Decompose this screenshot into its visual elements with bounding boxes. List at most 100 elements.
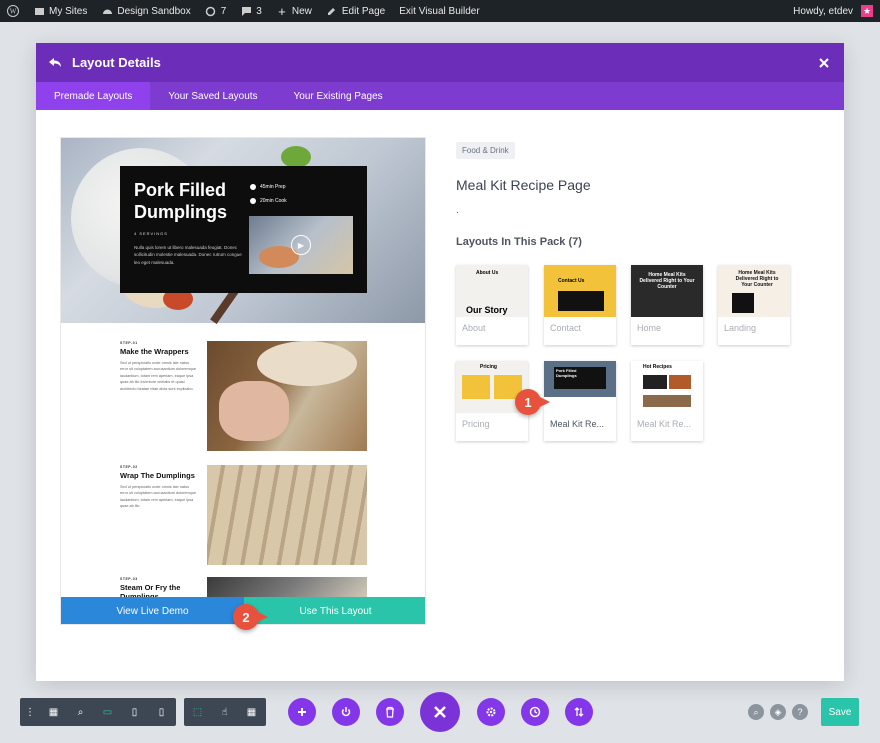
thumb-mini-title: Pricing: [480, 364, 497, 370]
thumb-home[interactable]: Home Meal Kits Delivered Right to Your C…: [631, 265, 703, 345]
page-settings-toolbar: ⋮ ▦ ⌕ ▭ ▯ ▯: [20, 698, 176, 726]
gear-icon[interactable]: [477, 698, 505, 726]
step-label: STEP-03: [120, 577, 138, 581]
hover-mode-icon[interactable]: ⬚: [184, 698, 211, 726]
trash-icon[interactable]: [376, 698, 404, 726]
thumb-mini-title: Home Meal Kits Delivered Right to Your C…: [639, 272, 695, 290]
thumb-mini-title: Our Story: [466, 305, 508, 315]
thumb-block: [643, 395, 691, 407]
view-live-demo-button[interactable]: View Live Demo: [61, 597, 244, 624]
thumb-image: Hot Recipes: [631, 361, 703, 413]
tab-your-saved-layouts[interactable]: Your Saved Layouts: [150, 82, 275, 110]
prep-time-label: 45min Prep: [260, 184, 286, 190]
thumb-label: Contact: [550, 323, 582, 333]
layout-preview[interactable]: Pork Filled Dumplings 4 SERVINGS Nulla q…: [60, 137, 426, 625]
step-heading: Make the Wrappers: [120, 347, 189, 356]
exit-builder-label: Exit Visual Builder: [399, 5, 480, 17]
thumb-meal-kit-recipe[interactable]: Pork Filled Dumplings Meal Kit Re...: [544, 361, 616, 441]
thumb-landing[interactable]: Home Meal Kits Delivered Right to Your C…: [718, 265, 790, 345]
desktop-icon[interactable]: ▭: [94, 698, 121, 726]
back-arrow-icon[interactable]: [48, 55, 64, 71]
category-tag[interactable]: Food & Drink: [456, 142, 515, 159]
step-body: Sed ut perspiciatis unde omnis iste natu…: [120, 361, 196, 391]
step-body: Sed ut perspiciatis unde omnis iste natu…: [120, 485, 196, 509]
thumb-about[interactable]: About Us Our Story About: [456, 265, 528, 345]
wireframe-icon[interactable]: ▦: [40, 698, 67, 726]
thumb-block: [558, 291, 604, 311]
thumb-block: [462, 375, 490, 399]
menu-dots-icon[interactable]: ⋮: [20, 698, 40, 726]
layout-details-modal: Layout Details Premade Layouts Your Save…: [36, 43, 844, 681]
hero-image: Pork Filled Dumplings 4 SERVINGS Nulla q…: [61, 138, 425, 325]
svg-text:W: W: [10, 8, 17, 16]
thumb-image: Pork Filled Dumplings: [544, 361, 616, 413]
add-icon[interactable]: [288, 698, 316, 726]
plus-icon: +: [278, 3, 286, 19]
prep-time: 45min Prep: [250, 184, 287, 190]
comments-menu[interactable]: 3: [233, 0, 269, 22]
step-heading: Wrap The Dumplings: [120, 471, 195, 480]
video-thumbnail: ▶: [249, 216, 353, 274]
play-icon: ▶: [291, 235, 311, 255]
recipe-title: Pork Filled Dumplings: [134, 180, 227, 222]
portability-icon[interactable]: [565, 698, 593, 726]
save-button[interactable]: Save: [821, 698, 859, 726]
thumb-image: Contact Us: [544, 265, 616, 317]
close-icon[interactable]: [816, 55, 832, 71]
step-text: STEP-02 Wrap The Dumplings Sed ut perspi…: [120, 465, 198, 510]
clock-icon: [250, 184, 256, 190]
search-icon[interactable]: ⌕: [748, 704, 764, 720]
layout-info: Food & Drink Meal Kit Recipe Page . Layo…: [456, 140, 826, 248]
edit-page-link[interactable]: Edit Page: [319, 0, 392, 22]
thumb-label: About: [462, 323, 486, 333]
tab-premade-layouts[interactable]: Premade Layouts: [36, 82, 151, 110]
grid-mode-icon[interactable]: ▦: [238, 698, 265, 726]
tab-your-existing-pages[interactable]: Your Existing Pages: [276, 82, 401, 110]
zoom-icon[interactable]: ⌕: [67, 698, 94, 726]
wp-logo-menu[interactable]: W: [0, 0, 26, 22]
step-label: STEP-02: [120, 465, 138, 469]
exit-visual-builder-link[interactable]: Exit Visual Builder: [392, 0, 486, 22]
avatar: ★: [861, 5, 873, 17]
thumb-contact[interactable]: Contact Us Contact: [544, 265, 616, 345]
mode-toolbar: ⬚ ☝ ▦: [184, 698, 266, 726]
new-content-menu[interactable]: + New: [269, 0, 319, 22]
modal-tabs: Premade Layouts Your Saved Layouts Your …: [36, 82, 844, 110]
history-icon[interactable]: [521, 698, 549, 726]
my-sites-label: My Sites: [49, 5, 88, 17]
help-icon[interactable]: ?: [792, 704, 808, 720]
thumb-label: Landing: [724, 323, 757, 333]
site-name-menu[interactable]: Design Sandbox: [94, 0, 197, 22]
thumb-mini-title: Pork Filled Dumplings: [556, 368, 577, 378]
thumb-label: Meal Kit Re...: [550, 419, 605, 429]
new-label: New: [291, 5, 312, 17]
layers-icon[interactable]: ◈: [770, 704, 786, 720]
tablet-icon[interactable]: ▯: [121, 698, 148, 726]
close-builder-icon[interactable]: [420, 692, 460, 732]
account-menu[interactable]: Howdy, etdev ★: [786, 0, 880, 22]
dashboard-icon: [101, 5, 113, 17]
layout-name: Meal Kit Recipe Page: [456, 177, 591, 193]
updates-count: 7: [220, 5, 227, 17]
thumb-block: [669, 375, 691, 389]
click-mode-icon[interactable]: ☝: [211, 698, 238, 726]
recipe-card: Pork Filled Dumplings 4 SERVINGS Nulla q…: [120, 166, 367, 293]
thumb-block: [643, 375, 667, 389]
use-this-layout-button[interactable]: Use This Layout: [244, 597, 425, 624]
my-sites-menu[interactable]: My Sites: [26, 0, 94, 22]
site-name-label: Design Sandbox: [117, 5, 191, 17]
wp-admin-bar: W My Sites Design Sandbox 7 3 + New Edit…: [0, 0, 880, 22]
thumb-meal-kit-recipe-2[interactable]: Hot Recipes Meal Kit Re...: [631, 361, 703, 441]
thumb-mini-title: Contact Us: [558, 278, 585, 284]
thumb-block: [732, 293, 754, 313]
step-photo: [207, 341, 367, 451]
phone-icon[interactable]: ▯: [148, 698, 175, 726]
comments-count: 3: [256, 5, 262, 17]
callout-step-2: 2: [233, 604, 268, 630]
updates-menu[interactable]: 7: [198, 0, 234, 22]
thumb-label: Meal Kit Re...: [637, 419, 692, 429]
power-icon[interactable]: [332, 698, 360, 726]
thumb-image: About Us Our Story: [456, 265, 528, 317]
step-photo: [207, 465, 367, 565]
modal-title: Layout Details: [72, 55, 161, 70]
